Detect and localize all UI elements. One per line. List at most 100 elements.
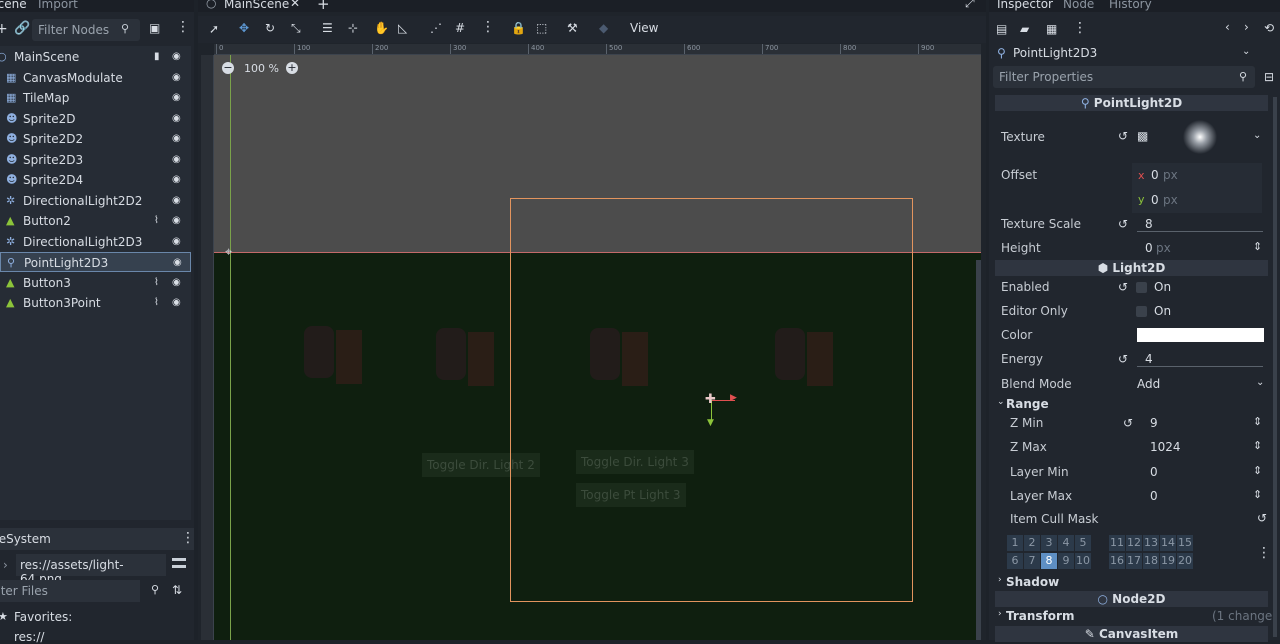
- height-spin-icon[interactable]: ⇕: [1253, 240, 1262, 253]
- z-min-spin-icon[interactable]: ⇕: [1253, 415, 1262, 428]
- cull-mask-bit-8[interactable]: 8: [1041, 553, 1057, 569]
- script-icon[interactable]: ▮: [154, 52, 164, 62]
- cull-mask-bit-13[interactable]: 13: [1143, 535, 1159, 551]
- visibility-eye-icon[interactable]: ◉: [172, 154, 184, 165]
- z-max-value[interactable]: 1024: [1150, 440, 1181, 454]
- visibility-eye-icon[interactable]: ◉: [172, 216, 184, 226]
- z-max-spin-icon[interactable]: ⇕: [1253, 439, 1262, 452]
- selected-node-name[interactable]: PointLight2D3: [1013, 46, 1097, 60]
- layer-max-value[interactable]: 0: [1150, 489, 1158, 503]
- enabled-revert-icon[interactable]: ↺: [1118, 280, 1128, 294]
- close-tab-icon[interactable]: ✕: [290, 0, 300, 10]
- save-icon[interactable]: ▦: [1046, 22, 1057, 36]
- tree-node-button3[interactable]: ▲ Button3 ⌇ ◉: [0, 273, 191, 293]
- zoom-out-icon[interactable]: −: [222, 62, 234, 74]
- texture-scale-revert-icon[interactable]: ↺: [1118, 217, 1128, 231]
- visibility-eye-icon[interactable]: ◉: [172, 72, 184, 83]
- visibility-eye-icon[interactable]: ◉: [172, 93, 184, 103]
- height-value[interactable]: 0: [1145, 241, 1153, 255]
- cull-mask-bit-3[interactable]: 3: [1041, 535, 1057, 551]
- cull-mask-bit-2[interactable]: 2: [1024, 535, 1040, 551]
- texture-dropdown-icon[interactable]: ⌄: [1253, 130, 1261, 141]
- fullscreen-icon[interactable]: ⤢: [965, 0, 975, 11]
- group-icon[interactable]: ⬚: [536, 21, 547, 35]
- visibility-eye-icon[interactable]: ◉: [172, 52, 184, 62]
- filter-files-input[interactable]: Filter Files: [0, 580, 140, 602]
- layer-min-value[interactable]: 0: [1150, 465, 1158, 479]
- z-min-revert-icon[interactable]: ↺: [1123, 416, 1133, 430]
- rotate-tool-icon[interactable]: ↻: [265, 21, 275, 35]
- attach-script-icon[interactable]: ▣: [149, 21, 160, 35]
- visibility-eye-icon[interactable]: ◉: [173, 258, 185, 268]
- viewport-scrollbar[interactable]: [976, 260, 981, 640]
- tree-node-sprite2d[interactable]: ☻ Sprite2D ◉: [0, 109, 191, 129]
- object-history-icon[interactable]: ⟲: [1264, 21, 1274, 35]
- filter-properties-input[interactable]: Filter Properties: [993, 66, 1255, 88]
- texture-preview[interactable]: [1180, 120, 1220, 154]
- editor-only-checkbox[interactable]: [1136, 306, 1147, 317]
- history-forward-icon[interactable]: ›: [1244, 20, 1249, 34]
- res-folder[interactable]: res://: [14, 630, 44, 644]
- tab-inspector[interactable]: Inspector: [997, 0, 1053, 11]
- cull-mask-bit-20[interactable]: 20: [1177, 553, 1193, 569]
- link-icon[interactable]: 🔗: [14, 21, 30, 36]
- sort-icon[interactable]: ⇅: [172, 583, 182, 597]
- node-dropdown-icon[interactable]: ⌄: [1242, 46, 1250, 57]
- cull-mask-bit-19[interactable]: 19: [1160, 553, 1176, 569]
- fs-path-field[interactable]: res://assets/light-64.png: [16, 554, 166, 586]
- tab-import[interactable]: Import: [38, 0, 78, 11]
- signal-icon[interactable]: ⌇: [154, 216, 164, 226]
- energy-revert-icon[interactable]: ↺: [1118, 352, 1128, 366]
- cull-mask-bit-7[interactable]: 7: [1024, 553, 1040, 569]
- visibility-eye-icon[interactable]: ◉: [172, 236, 184, 247]
- visibility-eye-icon[interactable]: ◉: [172, 195, 184, 206]
- energy-slider[interactable]: [1137, 366, 1263, 367]
- section-range[interactable]: Range: [1006, 397, 1049, 411]
- cull-mask-bit-18[interactable]: 18: [1143, 553, 1159, 569]
- tree-node-sprite2d4[interactable]: ☻ Sprite2D4 ◉: [0, 170, 191, 190]
- tree-node-button2[interactable]: ▲ Button2 ⌇ ◉: [0, 211, 191, 231]
- color-swatch[interactable]: [1137, 328, 1264, 342]
- viewport[interactable]: − 100 % + ⌖ Toggle Dir. Light 2 Toggle D…: [214, 55, 981, 640]
- inspector-scrollbar[interactable]: [1273, 97, 1277, 637]
- tab-history[interactable]: History: [1109, 0, 1152, 11]
- move-tool-icon[interactable]: ✥: [239, 21, 249, 35]
- cull-mask-bit-15[interactable]: 15: [1177, 535, 1193, 551]
- new-tab-icon[interactable]: +: [317, 0, 330, 13]
- add-node-icon[interactable]: +: [0, 21, 8, 37]
- texture-edit-icon[interactable]: ▩: [1137, 129, 1148, 143]
- signal-icon[interactable]: ⌇: [154, 298, 164, 308]
- new-resource-icon[interactable]: ▤: [996, 22, 1007, 36]
- section-shadow[interactable]: Shadow: [1006, 575, 1059, 589]
- tree-node-canvasmodulate[interactable]: ▦ CanvasModulate ◉: [0, 68, 191, 88]
- lock-icon[interactable]: 🔒: [511, 21, 526, 35]
- tab-scene[interactable]: Scene: [0, 0, 27, 11]
- enabled-checkbox[interactable]: [1136, 282, 1147, 293]
- cull-mask-revert-icon[interactable]: ↺: [1257, 511, 1267, 525]
- energy-value[interactable]: 4: [1145, 352, 1153, 366]
- list-tool-icon[interactable]: ☰: [322, 21, 333, 35]
- inspector-more-icon[interactable]: ⋮: [1073, 20, 1087, 36]
- tab-filesystem[interactable]: FileSystem: [0, 532, 51, 546]
- texture-scale-slider[interactable]: [1137, 231, 1263, 232]
- texture-scale-value[interactable]: 8: [1145, 217, 1153, 231]
- texture-revert-icon[interactable]: ↺: [1118, 129, 1128, 143]
- tree-node-sprite2d3[interactable]: ☻ Sprite2D3 ◉: [0, 150, 191, 170]
- tab-node[interactable]: Node: [1063, 0, 1094, 11]
- transform-expand-icon[interactable]: ›: [998, 609, 1002, 619]
- back-icon[interactable]: ›: [3, 558, 8, 572]
- zoom-level[interactable]: 100 %: [244, 62, 279, 75]
- layer-min-spin-icon[interactable]: ⇕: [1253, 464, 1262, 477]
- shadow-expand-icon[interactable]: ›: [998, 575, 1002, 585]
- visibility-eye-icon[interactable]: ◉: [172, 134, 184, 144]
- tree-node-directionallight2d3[interactable]: ✲ DirectionalLight2D3 ◉: [0, 232, 191, 252]
- history-back-icon[interactable]: ‹: [1225, 20, 1230, 34]
- scale-tool-icon[interactable]: ⤡: [291, 21, 301, 36]
- pivot-tool-icon[interactable]: ⊹: [348, 21, 358, 35]
- select-tool-icon[interactable]: ➚: [209, 22, 219, 36]
- cull-mask-bit-9[interactable]: 9: [1058, 553, 1074, 569]
- section-transform[interactable]: Transform: [1006, 609, 1074, 623]
- gizmo-center[interactable]: ✚: [705, 392, 716, 407]
- signal-icon[interactable]: ⌇: [154, 277, 164, 288]
- cull-mask-bit-11[interactable]: 11: [1109, 535, 1125, 551]
